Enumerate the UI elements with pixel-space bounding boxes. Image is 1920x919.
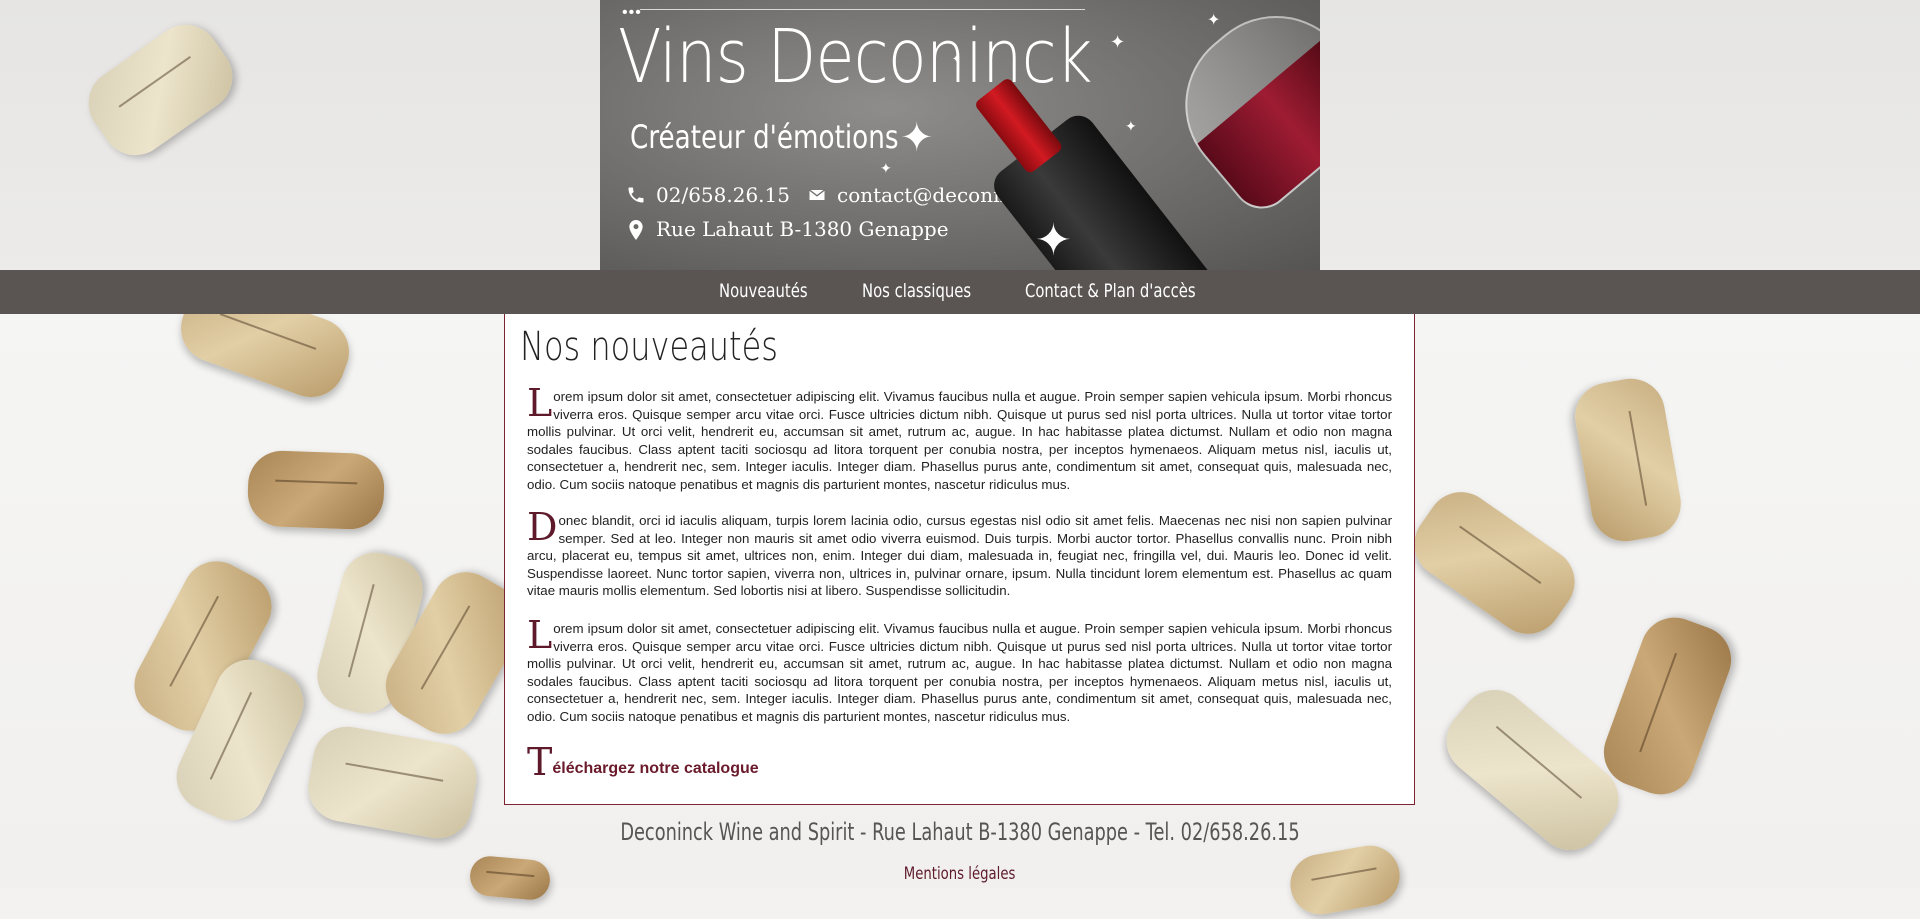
main-content: Nos nouveautés Lorem ipsum dolor sit ame… — [504, 314, 1415, 805]
phone-icon — [626, 185, 646, 205]
drop-cap: L — [527, 381, 553, 425]
sparkle-icon: ✦ — [1207, 12, 1221, 29]
site-subtitle: Créateur d'émotions — [630, 118, 899, 156]
wine-glass-illustration — [1152, 0, 1320, 221]
page-title: Nos nouveautés — [520, 324, 778, 370]
phone-contact: 02/658.26.15 — [626, 183, 790, 207]
paragraph-text: onec blandit, orci id iaculis aliquam, t… — [527, 513, 1392, 598]
paragraph: Lorem ipsum dolor sit amet, consectetuer… — [527, 381, 1392, 493]
drop-cap: T — [527, 740, 553, 784]
footer-address-text: Deconinck Wine and Spirit - Rue Lahaut B… — [620, 818, 1300, 846]
nav-item-nouveautes[interactable]: Nouveautés — [719, 280, 808, 302]
sparkle-icon: ✦ — [1125, 118, 1137, 134]
sparkle-icon: ✦ — [880, 160, 892, 176]
sparkle-icon: ✦ — [1110, 32, 1126, 52]
download-catalogue-label: éléchargez notre catalogue — [552, 760, 759, 777]
banner-rule — [640, 9, 1085, 10]
footer-address: Deconinck Wine and Spirit - Rue Lahaut B… — [0, 818, 1920, 846]
drop-cap: L — [527, 613, 553, 657]
paragraph-text: orem ipsum dolor sit amet, consectetuer … — [527, 389, 1392, 492]
sparkle-icon: ✦ — [952, 54, 961, 65]
sparkle-icon: ✦ — [1035, 216, 1072, 265]
legal-notice-label: Mentions légales — [904, 864, 1016, 884]
phone-number: 02/658.26.15 — [656, 183, 790, 207]
paragraph: Donec blandit, orci id iaculis aliquam, … — [527, 505, 1392, 600]
legal-notice-link[interactable]: Mentions légales — [0, 864, 1920, 884]
cork-decoration — [246, 449, 386, 531]
download-catalogue-link[interactable]: Téléchargez notre catalogue — [527, 740, 759, 784]
nav-item-nos-classiques[interactable]: Nos classiques — [862, 280, 971, 302]
mail-icon — [807, 185, 827, 205]
paragraph: Lorem ipsum dolor sit amet, consectetuer… — [527, 613, 1392, 725]
paragraph-text: orem ipsum dolor sit amet, consectetuer … — [527, 621, 1392, 724]
street-address: Rue Lahaut B-1380 Genappe — [656, 217, 949, 241]
header-banner: ••• Vins Deconinck Créateur d'émotions 0… — [600, 0, 1320, 270]
drop-cap: D — [527, 505, 558, 549]
site-title: Vins Deconinck — [618, 14, 1093, 100]
main-nav: Nouveautés Nos classiques Contact & Plan… — [0, 270, 1920, 314]
address-contact: Rue Lahaut B-1380 Genappe — [626, 217, 949, 241]
nav-item-contact[interactable]: Contact & Plan d'accès — [1025, 280, 1196, 302]
sparkle-icon: ✦ — [900, 116, 934, 160]
location-pin-icon — [626, 219, 646, 240]
